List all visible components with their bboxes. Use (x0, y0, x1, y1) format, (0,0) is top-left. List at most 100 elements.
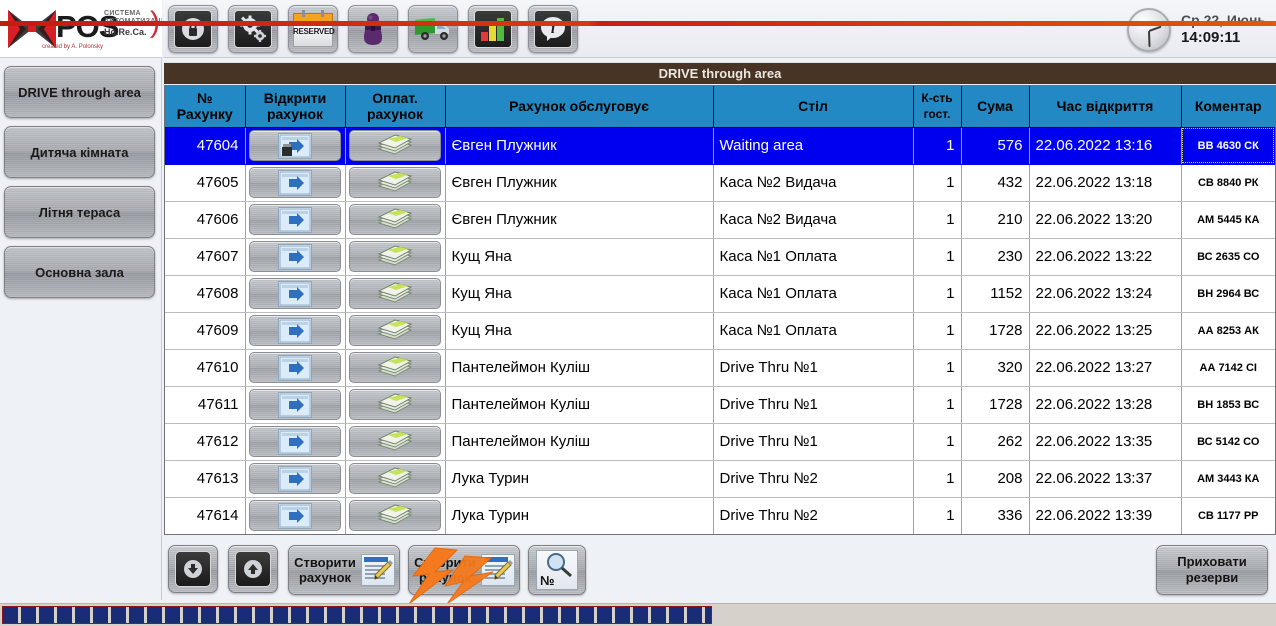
cell-guests: 1 (913, 312, 962, 350)
open-account-button[interactable] (249, 352, 341, 383)
reports-button[interactable] (468, 5, 518, 53)
cell-open-account[interactable] (245, 349, 346, 387)
sidebar-item-main-hall[interactable]: Основна зала (4, 246, 155, 298)
cell-pay-account[interactable] (345, 423, 446, 461)
accounts-table-container[interactable]: № Рахунку Відкрити рахунок Оплат. рахуно… (164, 85, 1276, 535)
clock-icon (1127, 8, 1172, 52)
pay-account-button[interactable] (349, 204, 441, 235)
settings-button[interactable] (228, 5, 278, 53)
hide-reserves-button[interactable]: Приховати резерви (1156, 545, 1268, 595)
column-header-guests[interactable]: К-сть гост. (913, 86, 962, 128)
cell-open-account[interactable] (245, 497, 346, 534)
search-by-number-button[interactable]: № (528, 545, 586, 595)
open-account-button[interactable] (249, 500, 341, 531)
open-account-icon (278, 243, 312, 270)
cell-open-account[interactable] (245, 312, 346, 350)
pay-account-button[interactable] (349, 241, 441, 272)
cell-comment: ВС 5142 СО (1181, 423, 1275, 461)
scroll-up-button[interactable] (228, 545, 278, 593)
cell-pay-account[interactable] (345, 238, 446, 276)
open-account-button[interactable] (249, 315, 341, 346)
cell-comment: АМ 3443 КА (1181, 460, 1275, 498)
open-account-button[interactable] (249, 204, 341, 235)
cell-pay-account[interactable] (345, 460, 446, 498)
cell-open-account[interactable] (245, 386, 346, 424)
money-stack-icon (377, 318, 413, 340)
scroll-down-button[interactable] (168, 545, 218, 593)
sidebar-item-summer-terrace[interactable]: Літня тераса (4, 186, 155, 238)
cell-pay-account[interactable] (345, 127, 446, 165)
reserved-button[interactable]: RESERVED (288, 5, 338, 53)
open-account-button[interactable] (249, 167, 341, 198)
open-account-button[interactable] (249, 278, 341, 309)
lock-icon (182, 18, 204, 40)
create-account-button-1[interactable]: Створити рахунок (288, 545, 400, 595)
pay-account-button[interactable] (349, 389, 441, 420)
cell-pay-account[interactable] (345, 312, 446, 350)
table-row[interactable]: 47614 Лука Турин Drive Thru №2 1 336 22.06.20… (165, 497, 1275, 534)
cell-pay-account[interactable] (345, 275, 446, 313)
pay-account-button[interactable] (349, 352, 441, 383)
open-account-icon (278, 354, 312, 381)
pay-account-button[interactable] (349, 315, 441, 346)
cell-pay-account[interactable] (345, 386, 446, 424)
cell-pay-account[interactable] (345, 201, 446, 239)
cell-table: Waiting area (713, 127, 914, 165)
column-header-pay-account[interactable]: Оплат. рахунок (345, 86, 446, 128)
column-header-account-number[interactable]: № Рахунку (165, 86, 246, 128)
column-header-comment[interactable]: Коментар (1181, 86, 1275, 128)
column-header-open-account[interactable]: Відкрити рахунок (245, 86, 346, 128)
pay-account-button[interactable] (349, 278, 441, 309)
bar-chart-icon (481, 18, 504, 41)
info-button[interactable]: i (528, 5, 578, 53)
money-stack-icon (377, 429, 413, 451)
staff-button[interactable] (348, 5, 398, 53)
table-row[interactable]: 47610 Пантелеймон Куліш Drive Thru №1 1 320 2… (165, 349, 1275, 387)
column-header-sum[interactable]: Сума (961, 86, 1030, 128)
cell-open-account[interactable] (245, 238, 346, 276)
cell-account-number: 47608 (165, 275, 246, 313)
table-row[interactable]: 47607 Кущ Яна Каса №1 Оплата 1 230 22.06.2022… (165, 238, 1275, 276)
cell-open-account[interactable] (245, 460, 346, 498)
sidebar-item-drive-through-area[interactable]: DRIVE through area (4, 66, 155, 118)
table-row[interactable]: 47604 Євген Плужник Waiting area 1 576 22.06.… (165, 127, 1275, 165)
table-row[interactable]: 47609 Кущ Яна Каса №1 Оплата 1 1728 22.06.202… (165, 312, 1275, 350)
table-row[interactable]: 47606 Євген Плужник Каса №2 Видача 1 210 22.0… (165, 201, 1275, 239)
column-header-table[interactable]: Стіл (713, 86, 914, 128)
lock-button[interactable] (168, 5, 218, 53)
cell-open-time: 22.06.2022 13:18 (1029, 164, 1182, 202)
table-row[interactable]: 47608 Кущ Яна Каса №1 Оплата 1 1152 22.06.202… (165, 275, 1275, 313)
blue-arrow-icon (279, 430, 311, 453)
cell-open-time: 22.06.2022 13:37 (1029, 460, 1182, 498)
open-account-icon (278, 206, 312, 233)
cell-open-account[interactable] (245, 127, 346, 165)
column-header-open-time[interactable]: Час відкриття (1029, 86, 1182, 128)
pay-account-button[interactable] (349, 500, 441, 531)
cell-open-account[interactable] (245, 164, 346, 202)
open-account-button[interactable] (249, 241, 341, 272)
open-account-button[interactable] (249, 463, 341, 494)
open-account-button[interactable] (249, 130, 341, 161)
cell-open-account[interactable] (245, 423, 346, 461)
column-header-server[interactable]: Рахунок обслуговує (445, 86, 714, 128)
create-account-button-2[interactable]: Створити рахунок (408, 545, 520, 595)
cell-open-account[interactable] (245, 275, 346, 313)
delivery-button[interactable] (408, 5, 458, 53)
pay-account-button[interactable] (349, 426, 441, 457)
table-row[interactable]: 47613 Лука Турин Drive Thru №2 1 208 22.06.20… (165, 460, 1275, 498)
pay-account-button[interactable] (349, 463, 441, 494)
blue-arrow-icon (279, 504, 311, 527)
open-account-button[interactable] (249, 389, 341, 420)
open-account-button[interactable] (249, 426, 341, 457)
pay-account-button[interactable] (349, 167, 441, 198)
arrow-up-icon (244, 560, 262, 578)
cell-pay-account[interactable] (345, 164, 446, 202)
cell-open-account[interactable] (245, 201, 346, 239)
table-row[interactable]: 47612 Пантелеймон Куліш Drive Thru №1 1 262 2… (165, 423, 1275, 461)
table-row[interactable]: 47611 Пантелеймон Куліш Drive Thru №1 1 1728… (165, 386, 1275, 424)
pay-account-button[interactable] (349, 130, 441, 161)
cell-pay-account[interactable] (345, 497, 446, 534)
table-row[interactable]: 47605 Євген Плужник Каса №2 Видача 1 432 22.0… (165, 164, 1275, 202)
cell-pay-account[interactable] (345, 349, 446, 387)
sidebar-item-kids-room[interactable]: Дитяча кімната (4, 126, 155, 178)
